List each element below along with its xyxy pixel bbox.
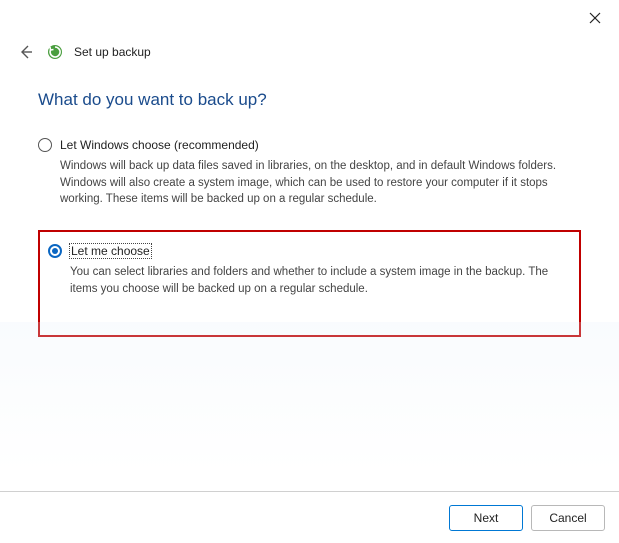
option-windows-choose[interactable]: Let Windows choose (recommended) Windows…: [38, 136, 581, 210]
header: Set up backup: [0, 36, 619, 62]
option-let-me-choose-desc: You can select libraries and folders and…: [70, 264, 571, 297]
option-windows-choose-label: Let Windows choose (recommended): [60, 138, 259, 152]
close-button[interactable]: [581, 6, 609, 30]
radio-let-me-choose[interactable]: [48, 244, 62, 258]
content-area: What do you want to back up? Let Windows…: [0, 62, 619, 491]
back-arrow-icon: [18, 44, 34, 60]
highlight-annotation: Let me choose You can select libraries a…: [38, 230, 581, 337]
option-let-me-choose[interactable]: Let me choose You can select libraries a…: [48, 242, 571, 299]
option-let-me-choose-label: Let me choose: [70, 244, 151, 258]
setup-backup-dialog: Set up backup What do you want to back u…: [0, 0, 619, 543]
radio-windows-choose[interactable]: [38, 138, 52, 152]
backup-icon: [46, 43, 64, 61]
footer: Next Cancel: [0, 491, 619, 543]
option-windows-choose-desc: Windows will back up data files saved in…: [60, 158, 580, 208]
cancel-button[interactable]: Cancel: [531, 505, 605, 531]
close-icon: [589, 12, 601, 24]
page-heading: What do you want to back up?: [38, 90, 581, 110]
window-title: Set up backup: [74, 45, 151, 59]
next-button[interactable]: Next: [449, 505, 523, 531]
titlebar: [0, 0, 619, 36]
back-button[interactable]: [16, 42, 36, 62]
